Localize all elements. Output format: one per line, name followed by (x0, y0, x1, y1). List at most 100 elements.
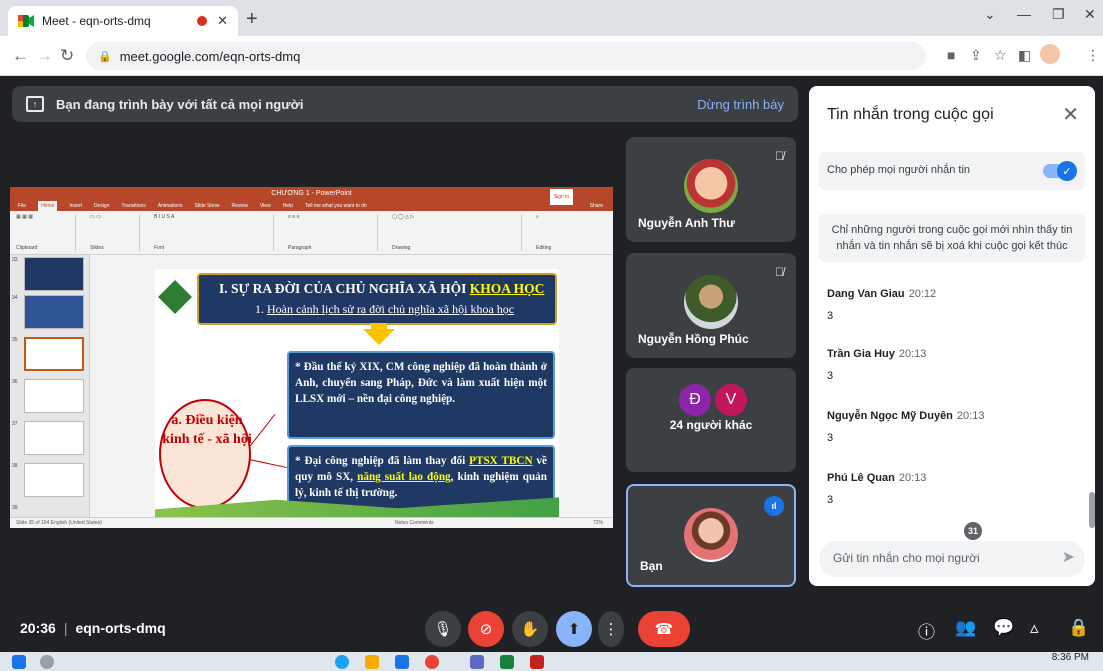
ppt-tab: Animations (157, 203, 183, 209)
bookmark-star-icon[interactable]: ☆ (994, 47, 1007, 64)
leave-call-button[interactable]: ☎ (638, 611, 690, 647)
meet-stage: ↑ Bạn đang trình bày với tất cả mọi ngườ… (0, 76, 1103, 671)
ribbon-group: ≡ ≡ ≡ Paragraph (288, 214, 378, 251)
maximize-icon[interactable]: ❐ (1052, 6, 1065, 23)
chat-message: Dang Van Giau 20:12 3 (827, 288, 936, 322)
chat-scrollbar[interactable] (1089, 492, 1095, 528)
host-controls-icon[interactable]: 🔒 (1068, 618, 1089, 638)
excel-icon[interactable] (500, 655, 514, 669)
others-avatar: Đ (679, 384, 711, 416)
slide-thumbnail (24, 257, 84, 291)
thumb-number: 33 (12, 257, 18, 263)
close-window-icon[interactable]: ✕ (1084, 6, 1096, 23)
present-button[interactable]: ⬆ (556, 611, 592, 647)
thumb-number: 39 (12, 505, 18, 511)
browser-tab-bar: Meet - eqn-orts-dmq ✕ + ⌄ — ❐ ✕ (0, 0, 1103, 36)
close-tab-icon[interactable]: ✕ (217, 13, 228, 29)
thumb-number: 38 (12, 463, 18, 469)
send-icon[interactable]: ➤ (1062, 547, 1075, 567)
ppt-tell-me: Tell me what you want to do (304, 203, 367, 209)
camera-in-use-icon[interactable]: ■ (947, 47, 955, 63)
allow-messages-toggle[interactable]: ✓ (1043, 161, 1077, 181)
ppt-tab: Slide Show (194, 203, 220, 209)
meeting-details-icon[interactable]: ⓘ (918, 618, 935, 643)
mic-button[interactable]: 🎙 (425, 611, 461, 647)
thumb-number: 34 (12, 295, 18, 301)
present-icon: ⬆ (567, 621, 581, 638)
store-icon[interactable] (395, 655, 409, 669)
start-icon[interactable] (12, 655, 26, 669)
slide-title: I. SỰ RA ĐỜI CỦA CHỦ NGHĨA XÃ HỘI KHOA H… (219, 281, 545, 296)
logo-emblem-icon (155, 277, 195, 317)
hangup-icon: ☎ (654, 621, 674, 638)
menu-kebab-icon[interactable]: ⋮ (1086, 47, 1100, 64)
teams-icon[interactable] (470, 655, 484, 669)
new-tab-icon[interactable]: + (246, 8, 258, 31)
slide-thumbnail-selected (24, 337, 84, 371)
slide-thumbnail (24, 421, 84, 455)
chat-message-input[interactable]: Gửi tin nhắn cho mọi người (819, 541, 1085, 577)
ppt-title-bar: CHƯƠNG 1 - PowerPoint Sign in (10, 187, 613, 205)
forward-icon[interactable]: → (36, 46, 53, 66)
participant-tile[interactable]: 🎙̸ Nguyễn Anh Thư (626, 137, 796, 242)
chrome-icon[interactable] (425, 655, 439, 669)
slide-thumbnail (24, 295, 84, 329)
side-panel-icon[interactable]: ◧ (1018, 47, 1031, 64)
ppt-menu-bar: File Home Insert Design Transitions Anim… (10, 201, 613, 211)
ppt-tab: Design (93, 203, 110, 209)
profile-avatar[interactable] (1040, 44, 1060, 64)
connector-line (248, 459, 289, 469)
url-field[interactable]: 🔒 meet.google.com/eqn-orts-dmq (86, 42, 926, 70)
slide-thumbnail (24, 379, 84, 413)
condition-text: a. Điều kiện kinh tế - xã hội (162, 413, 252, 447)
stop-presenting-button[interactable]: Dừng trình bày (697, 97, 784, 112)
avatar (684, 159, 738, 213)
message-time: 20:13 (956, 410, 985, 422)
raise-hand-button[interactable]: ✋ (512, 611, 548, 647)
others-tile[interactable]: Đ V 24 người khác (626, 368, 796, 472)
search-icon[interactable] (40, 655, 54, 669)
chat-panel: Tin nhắn trong cuộc gọi ✕ Cho phép mọi n… (809, 86, 1095, 586)
message-sender: Phú Lê Quan (827, 472, 895, 484)
thumb-number: 36 (12, 379, 18, 385)
close-icon[interactable]: ✕ (1062, 102, 1079, 127)
ppt-tab: File (18, 203, 27, 209)
tab-title: Meet - eqn-orts-dmq (42, 14, 151, 28)
ppt-status-bar: Slide 35 of 104 English (United States) … (10, 517, 613, 528)
mic-icon: 🎙 (433, 621, 453, 638)
back-icon[interactable]: ← (12, 46, 29, 66)
others-count: 24 người khác (669, 418, 753, 432)
lock-icon: 🔒 (98, 50, 112, 63)
meet-favicon-icon (18, 15, 34, 27)
people-icon[interactable]: 👥 (955, 618, 976, 638)
activities-icon[interactable]: ▵ (1030, 618, 1039, 638)
more-options-button[interactable]: ⋮ (598, 611, 624, 647)
edge-icon[interactable] (335, 655, 349, 669)
reload-icon[interactable]: ↻ (60, 46, 74, 66)
minimize-icon[interactable]: — (1017, 6, 1031, 22)
camera-off-button[interactable]: ⊘ (468, 611, 504, 647)
ppt-tab: Review (231, 203, 248, 209)
powerpoint-icon[interactable] (530, 655, 544, 669)
avatar (684, 508, 738, 562)
self-tile[interactable]: ıl Bạn (626, 484, 796, 587)
share-icon[interactable]: ⇪ (970, 47, 982, 64)
hand-icon: ✋ (520, 621, 540, 638)
ppt-slide-thumbnails: 33 34 35 36 37 38 39 (10, 255, 90, 517)
ppt-sign-in: Sign in (549, 189, 573, 205)
browser-tab[interactable]: Meet - eqn-orts-dmq ✕ (8, 6, 238, 36)
message-sender: Nguyễn Ngọc Mỹ Duyên (827, 410, 953, 422)
ribbon-group: ▦ ▦ ▦ Clipboard (16, 214, 76, 251)
down-arrow-head (363, 329, 395, 345)
message-time: 20:12 (908, 288, 937, 300)
tab-search-icon[interactable]: ⌄ (984, 6, 996, 23)
participant-tile[interactable]: 🎙̸ Nguyễn Hồng Phúc (626, 253, 796, 358)
chat-icon[interactable]: 💬 (993, 618, 1014, 638)
taskbar-clock: 8:36 PM (1051, 652, 1089, 663)
ppt-tab: View (259, 203, 271, 209)
folder-icon[interactable] (365, 655, 379, 669)
ppt-window-title: CHƯƠNG 1 - PowerPoint (271, 190, 352, 197)
message-body: 3 (827, 432, 834, 444)
participant-count-badge: 31 (964, 522, 982, 540)
meeting-time: 20:36 (20, 620, 56, 636)
